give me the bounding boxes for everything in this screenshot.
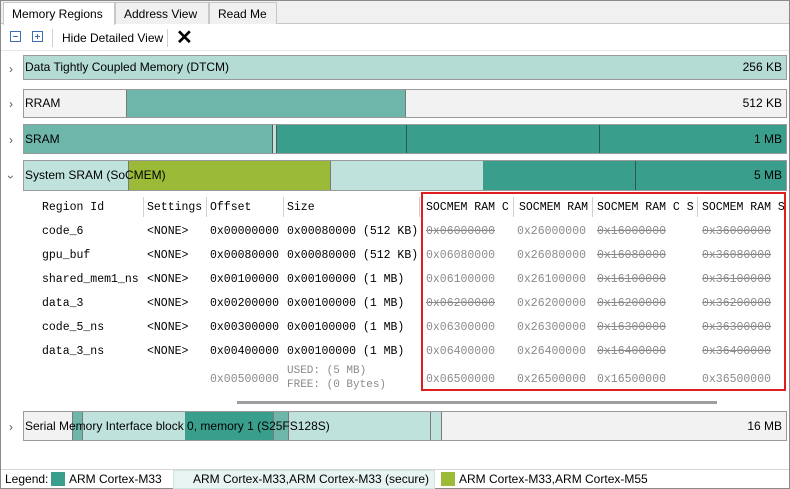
legend-label: Legend: bbox=[5, 472, 49, 486]
region-segment bbox=[330, 161, 483, 190]
region-settings: <NONE> bbox=[147, 345, 189, 358]
column-divider[interactable] bbox=[143, 197, 144, 217]
region-name: Serial Memory Interface block 0, memory … bbox=[25, 419, 330, 433]
region-size: 5 MB bbox=[753, 168, 782, 182]
legend-item-cortex-m33: ARM Cortex-M33 bbox=[69, 472, 162, 486]
horizontal-scrollbar[interactable] bbox=[237, 401, 717, 404]
region-offset: 0x00080000 bbox=[210, 249, 280, 262]
legend-swatch bbox=[51, 472, 65, 486]
region-divider bbox=[599, 125, 600, 153]
region-segment bbox=[272, 125, 277, 153]
memory-bar-smif[interactable]: Serial Memory Interface block 0, memory … bbox=[23, 411, 787, 441]
region-offset: 0x00300000 bbox=[210, 321, 280, 334]
region-settings: <NONE> bbox=[147, 225, 189, 238]
legend: Legend: ARM Cortex-M33 ARM Cortex-M33,AR… bbox=[1, 469, 789, 489]
tab-address-view[interactable]: Address View bbox=[115, 2, 209, 24]
region-offset: 0x00400000 bbox=[210, 345, 280, 358]
region-size: 0x00100000 (1 MB) bbox=[287, 297, 405, 310]
region-offset: 0x00100000 bbox=[210, 273, 280, 286]
chevron-right-icon[interactable]: › bbox=[6, 420, 16, 434]
tab-memory-regions[interactable]: Memory Regions bbox=[3, 2, 115, 25]
region-id: code_6 bbox=[42, 225, 84, 238]
column-header-offset[interactable]: Offset bbox=[210, 201, 251, 215]
region-settings: <NONE> bbox=[147, 321, 189, 334]
toolbar: Hide Detailed View ✕ bbox=[1, 25, 789, 51]
region-id: code_5_ns bbox=[42, 321, 105, 334]
region-size: 0x00080000 (512 KB) bbox=[287, 249, 419, 262]
region-id: gpu_buf bbox=[42, 249, 91, 262]
legend-item-cortex-m33-secure: ARM Cortex-M33,ARM Cortex-M33 (secure) bbox=[193, 472, 430, 486]
close-icon[interactable]: ✕ bbox=[176, 27, 193, 49]
memory-bar-sram[interactable]: SRAM 1 MB bbox=[23, 124, 787, 154]
collapse-all-icon[interactable] bbox=[10, 31, 21, 42]
region-segment bbox=[24, 125, 272, 153]
chevron-right-icon[interactable]: › bbox=[6, 133, 16, 147]
used-size: USED: (5 MB) bbox=[287, 365, 367, 377]
region-settings: <NONE> bbox=[147, 273, 189, 286]
chevron-right-icon[interactable]: › bbox=[6, 62, 16, 76]
region-segment bbox=[483, 161, 635, 190]
toolbar-divider bbox=[52, 29, 53, 47]
region-name: System SRAM (SoCMEM) bbox=[25, 168, 166, 182]
region-segment bbox=[126, 90, 406, 117]
region-size: 512 KB bbox=[742, 96, 782, 110]
highlight-box bbox=[421, 192, 786, 391]
region-id: shared_mem1_ns bbox=[42, 273, 139, 286]
region-size: 0x00100000 (1 MB) bbox=[287, 273, 405, 286]
column-divider[interactable] bbox=[206, 197, 207, 217]
region-id: data_3_ns bbox=[42, 345, 105, 358]
memory-bar-system-sram[interactable]: System SRAM (SoCMEM) 5 MB bbox=[23, 160, 787, 191]
memory-bar-rram[interactable]: RRAM 512 KB bbox=[23, 89, 787, 118]
expand-all-icon[interactable] bbox=[32, 31, 43, 42]
legend-swatch bbox=[441, 472, 455, 486]
region-offset: 0x00200000 bbox=[210, 297, 280, 310]
column-divider[interactable] bbox=[283, 197, 284, 217]
region-name: Data Tightly Coupled Memory (DTCM) bbox=[25, 60, 230, 74]
region-size: 16 MB bbox=[747, 419, 782, 433]
chevron-down-icon[interactable]: › bbox=[4, 172, 18, 182]
column-header-settings[interactable]: Settings bbox=[147, 201, 202, 215]
region-size: 1 MB bbox=[753, 132, 782, 146]
region-size: 0x00100000 (1 MB) bbox=[287, 321, 405, 334]
region-divider bbox=[406, 125, 407, 153]
memory-bar-dtcm[interactable]: Data Tightly Coupled Memory (DTCM) 256 K… bbox=[23, 55, 787, 80]
column-divider[interactable] bbox=[419, 197, 420, 217]
toolbar-divider bbox=[167, 29, 168, 47]
tab-bar: Memory Regions Address View Read Me bbox=[1, 1, 789, 25]
column-header-region-id[interactable]: Region Id bbox=[42, 201, 104, 215]
region-name: SRAM bbox=[25, 132, 60, 146]
region-name: RRAM bbox=[25, 96, 61, 110]
region-size: 0x00080000 (512 KB) bbox=[287, 225, 419, 238]
region-offset: 0x00500000 bbox=[210, 373, 280, 386]
legend-item-cortex-m33-m55: ARM Cortex-M33,ARM Cortex-M55 bbox=[459, 472, 648, 486]
tab-read-me[interactable]: Read Me bbox=[209, 2, 277, 24]
region-segment bbox=[430, 412, 442, 440]
region-id: data_3 bbox=[42, 297, 84, 310]
region-offset: 0x00000000 bbox=[210, 225, 280, 238]
free-size: FREE: (0 Bytes) bbox=[287, 379, 387, 391]
chevron-right-icon[interactable]: › bbox=[6, 97, 16, 111]
hide-detailed-view-button[interactable]: Hide Detailed View bbox=[62, 25, 163, 51]
region-divider bbox=[635, 161, 636, 190]
region-size: 0x00100000 (1 MB) bbox=[287, 345, 405, 358]
region-settings: <NONE> bbox=[147, 297, 189, 310]
region-settings: <NONE> bbox=[147, 249, 189, 262]
column-header-size[interactable]: Size bbox=[287, 201, 315, 215]
region-size: 256 KB bbox=[742, 60, 782, 74]
